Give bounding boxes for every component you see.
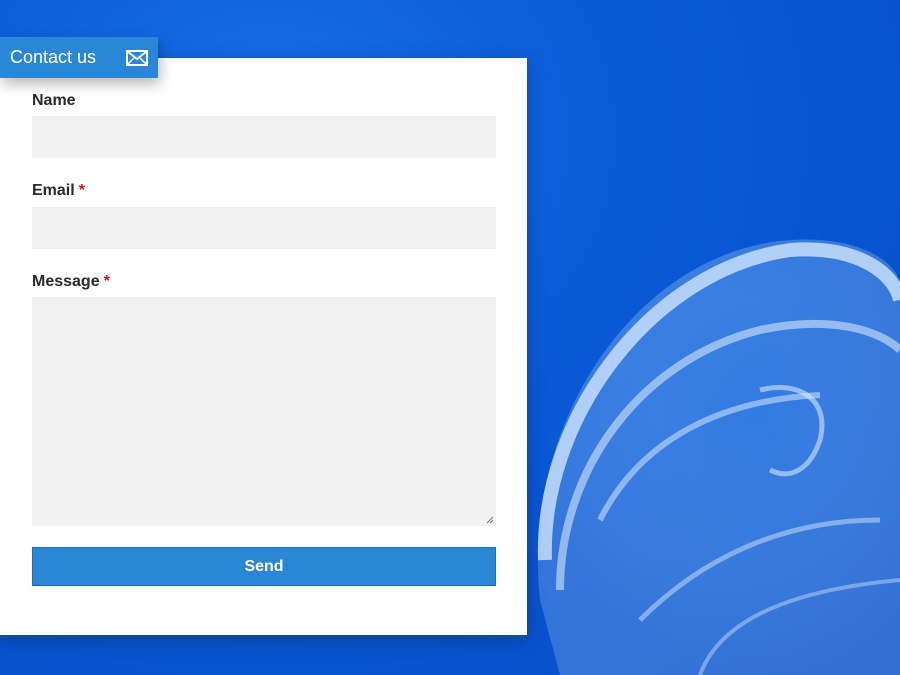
email-label: Email * [32,182,85,199]
message-label: Message * [32,273,110,290]
envelope-icon [126,49,148,66]
send-button[interactable]: Send [32,547,496,586]
contact-us-tab[interactable]: Contact us [0,37,158,78]
name-label: Name [32,92,76,109]
email-input[interactable] [32,207,496,249]
resize-handle-icon[interactable] [486,516,494,524]
contact-us-label: Contact us [10,47,97,67]
message-textarea[interactable] [32,297,496,526]
required-mark: * [103,273,110,290]
name-input[interactable] [32,116,496,158]
send-label: Send [244,557,284,575]
required-mark: * [78,182,85,199]
